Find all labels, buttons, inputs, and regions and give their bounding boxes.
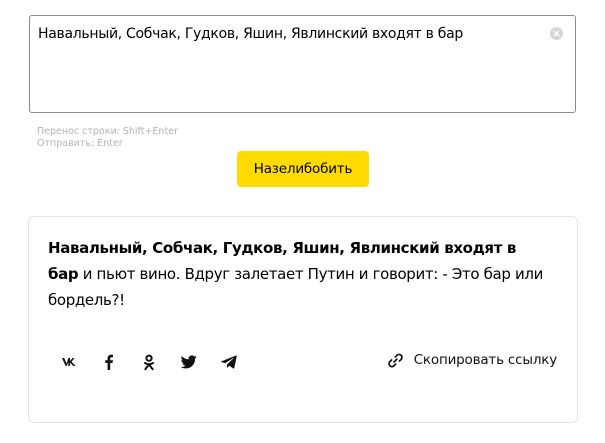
prompt-input-text[interactable]: Навальный, Собчак, Гудков, Яшин, Явлинск… [38, 26, 463, 42]
copy-link-label: Скопировать ссылку [413, 352, 557, 368]
result-generated-text: и пьют вино. Вдруг залетает Путин и гово… [48, 265, 543, 309]
vk-icon[interactable] [61, 354, 77, 370]
result-text: Навальный, Собчак, Гудков, Яшин, Явлинск… [48, 235, 548, 313]
hint-line-break: Перенос строки: Shift+Enter [37, 126, 178, 137]
result-card: Навальный, Собчак, Гудков, Яшин, Явлинск… [28, 216, 578, 423]
facebook-icon[interactable] [101, 354, 117, 370]
telegram-icon[interactable] [221, 354, 237, 370]
hint-send: Отправить: Enter [37, 138, 123, 149]
twitter-icon[interactable] [181, 354, 197, 370]
odnoklassniki-icon[interactable] [141, 354, 157, 370]
clear-icon[interactable] [550, 27, 563, 40]
copy-link-button[interactable]: Скопировать ссылку [387, 352, 557, 368]
share-icons [61, 352, 261, 372]
prompt-input[interactable]: Навальный, Собчак, Гудков, Яшин, Явлинск… [29, 15, 576, 113]
link-icon [387, 353, 403, 367]
input-hints: Перенос строки: Shift+Enter Отправить: E… [37, 126, 178, 150]
submit-button[interactable]: Назелибобить [237, 151, 369, 187]
